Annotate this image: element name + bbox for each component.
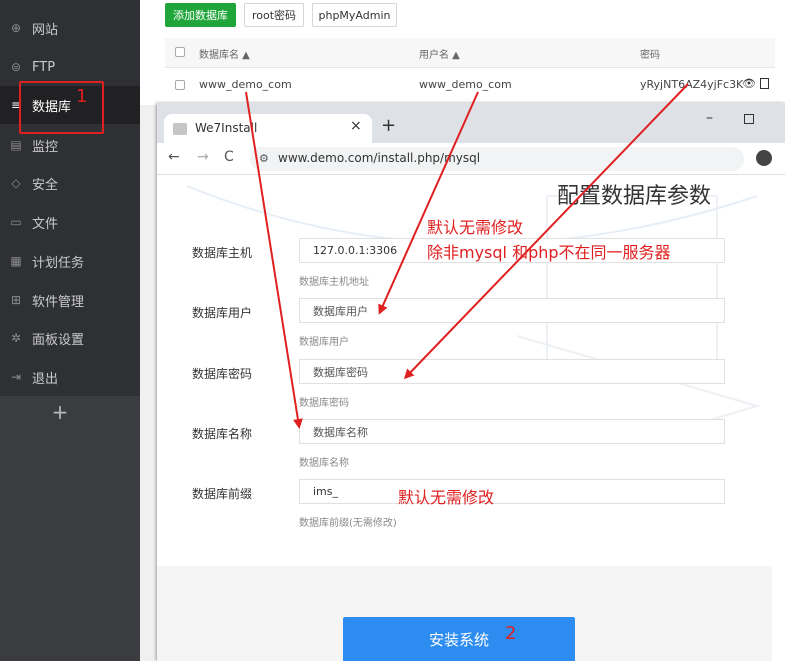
add-menu-button[interactable]: +: [51, 400, 69, 424]
row-checkbox[interactable]: [175, 80, 185, 90]
db-prefix-input[interactable]: ims_: [299, 479, 725, 504]
new-tab-icon[interactable]: +: [381, 115, 396, 136]
sidebar-lower-area: [0, 396, 140, 661]
db-name-input[interactable]: 数据库名称: [299, 419, 725, 444]
url-text[interactable]: www.demo.com/install.php/mysql: [278, 151, 480, 165]
logout-icon: ⇥: [10, 370, 22, 384]
cell-database-name: www_demo_com: [199, 78, 292, 91]
sidebar-item-label: 面板设置: [32, 332, 85, 348]
minimize-icon[interactable]: –: [706, 110, 713, 126]
sidebar-item-settings[interactable]: ✲ 面板设置: [0, 319, 140, 357]
db-user-help: 数据库用户: [299, 337, 349, 348]
root-password-button[interactable]: root密码: [244, 3, 304, 27]
annotation-prefix-note: 默认无需修改: [398, 488, 495, 507]
db-password-input[interactable]: 数据库密码: [299, 359, 725, 384]
reload-icon[interactable]: C: [224, 149, 234, 165]
forward-icon[interactable]: →: [197, 149, 209, 165]
db-name-help: 数据库名称: [299, 458, 349, 469]
annotation-step-1: 1: [76, 86, 88, 107]
folder-icon: ▭: [10, 215, 22, 229]
shield-icon: ◇: [11, 176, 21, 190]
sidebar-item-label: 网站: [32, 22, 59, 38]
page-favicon-icon: [173, 123, 187, 135]
tab-title: We7Install: [195, 121, 258, 135]
select-all-checkbox[interactable]: [175, 47, 185, 57]
copy-icon[interactable]: [760, 78, 769, 89]
sidebar-item-software[interactable]: ⊞ 软件管理: [0, 281, 140, 319]
back-icon[interactable]: ←: [168, 149, 180, 165]
sidebar-item-cron[interactable]: ▦ 计划任务: [0, 242, 140, 280]
annotation-step-2: 2: [505, 623, 517, 644]
cell-password: yRyjNT6AZ4yjFc3K: [640, 78, 744, 91]
db-host-help: 数据库主机地址: [299, 277, 369, 288]
db-user-label: 数据库用户: [192, 306, 253, 320]
calendar-icon: ▦: [10, 254, 22, 268]
profile-avatar-icon[interactable]: [756, 150, 772, 166]
add-database-button[interactable]: 添加数据库: [165, 3, 236, 27]
db-password-help: 数据库密码: [299, 398, 349, 409]
sidebar-item-label: 计划任务: [32, 255, 85, 271]
db-prefix-help: 数据库前缀(无需修改): [299, 518, 397, 529]
db-prefix-label: 数据库前缀: [192, 487, 253, 501]
sidebar-item-label: 文件: [32, 216, 59, 232]
site-info-icon[interactable]: ⚙: [259, 152, 269, 165]
install-button[interactable]: 安装系统: [343, 617, 575, 661]
db-user-input[interactable]: 数据库用户: [299, 298, 725, 323]
db-host-label: 数据库主机: [192, 246, 253, 260]
sidebar-item-label: 软件管理: [32, 294, 85, 310]
ftp-icon: ⊜: [10, 60, 22, 74]
annotation-highlight-box: [19, 81, 104, 134]
close-tab-icon[interactable]: ×: [350, 118, 362, 134]
sidebar-item-website[interactable]: ⊕ 网站: [0, 9, 140, 47]
sidebar-item-files[interactable]: ▭ 文件: [0, 203, 140, 241]
table-header: [165, 38, 775, 68]
cell-username: www_demo_com: [419, 78, 512, 91]
sidebar-item-label: 安全: [32, 177, 59, 193]
sidebar-item-label: FTP: [32, 59, 56, 75]
column-username[interactable]: 用户名 ▲: [419, 46, 460, 61]
annotation-except-note: 除非mysql 和php不在同一服务器: [427, 243, 671, 262]
install-button-label: 安装系统: [428, 630, 489, 649]
monitor-icon: ▤: [10, 138, 22, 152]
sidebar-item-label: 退出: [32, 371, 59, 387]
sidebar-item-security[interactable]: ◇ 安全: [0, 164, 140, 202]
eye-icon[interactable]: 👁: [742, 77, 756, 90]
page-title: 配置数据库参数: [557, 184, 712, 209]
db-password-label: 数据库密码: [192, 367, 253, 381]
grid-icon: ⊞: [10, 293, 22, 307]
column-database-name[interactable]: 数据库名 ▲: [199, 46, 250, 61]
sidebar-item-logout[interactable]: ⇥ 退出: [0, 358, 140, 396]
gear-icon: ✲: [10, 331, 22, 345]
annotation-default-note: 默认无需修改: [427, 218, 524, 237]
globe-icon: ⊕: [10, 21, 22, 35]
sidebar-item-label: 监控: [32, 139, 59, 155]
phpmyadmin-button[interactable]: phpMyAdmin: [312, 3, 397, 27]
maximize-icon[interactable]: [744, 114, 754, 124]
db-name-label: 数据库名称: [192, 427, 253, 441]
column-password: 密码: [640, 50, 660, 61]
